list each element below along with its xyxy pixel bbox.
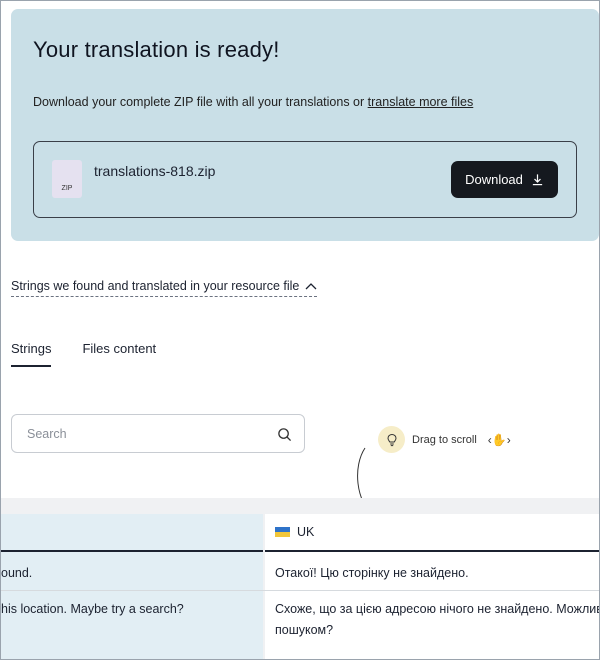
row-divider xyxy=(1,590,599,591)
drag-to-scroll-label: Drag to scroll xyxy=(412,433,477,446)
target-cell-2-line1: Схоже, що за цією адресою нічого не знай… xyxy=(275,602,600,616)
strings-found-label: Strings we found and translated in your … xyxy=(11,279,300,293)
zip-label: ZIP xyxy=(61,185,73,192)
source-cell-2: his location. Maybe try a search? xyxy=(1,602,184,616)
file-box: ZIP translations-818.zip Download xyxy=(33,141,577,218)
download-label: Download xyxy=(465,172,523,187)
translate-more-link[interactable]: translate more files xyxy=(368,95,474,109)
tab-files-content[interactable]: Files content xyxy=(82,341,156,367)
target-cell-2-line2: пошуком? xyxy=(275,623,334,637)
page-frame: Your translation is ready! Download your… xyxy=(0,0,600,660)
download-icon xyxy=(532,174,543,186)
ukraine-flag-icon xyxy=(275,527,290,537)
file-name: translations-818.zip xyxy=(94,163,216,179)
uk-header-label: UK xyxy=(297,525,315,539)
source-column-header xyxy=(1,514,263,552)
zip-file-icon: ZIP xyxy=(52,160,82,198)
search-input[interactable] xyxy=(12,415,304,452)
uk-column-header: UK xyxy=(265,514,599,552)
tab-bar: Strings Files content xyxy=(11,341,156,367)
drag-to-scroll-hint: Drag to scroll ‹✋› xyxy=(378,426,511,453)
target-cell-1: Отакої! Цю сторінку не знайдено. xyxy=(275,566,469,580)
tab-strings[interactable]: Strings xyxy=(11,341,52,367)
ready-title: Your translation is ready! xyxy=(33,37,280,62)
drag-hand-icon: ‹✋› xyxy=(487,432,511,447)
ready-subtitle-text: Download your complete ZIP file with all… xyxy=(33,95,368,109)
strings-found-toggle[interactable]: Strings we found and translated in your … xyxy=(11,279,318,297)
download-button[interactable]: Download xyxy=(451,161,558,198)
search-icon[interactable] xyxy=(277,427,292,442)
ready-subtitle: Download your complete ZIP file with all… xyxy=(33,95,473,109)
translation-ready-card: Your translation is ready! Download your… xyxy=(11,9,599,241)
search-box xyxy=(11,414,305,453)
chevron-up-icon xyxy=(305,283,317,290)
source-cell-1: ound. xyxy=(1,566,33,580)
